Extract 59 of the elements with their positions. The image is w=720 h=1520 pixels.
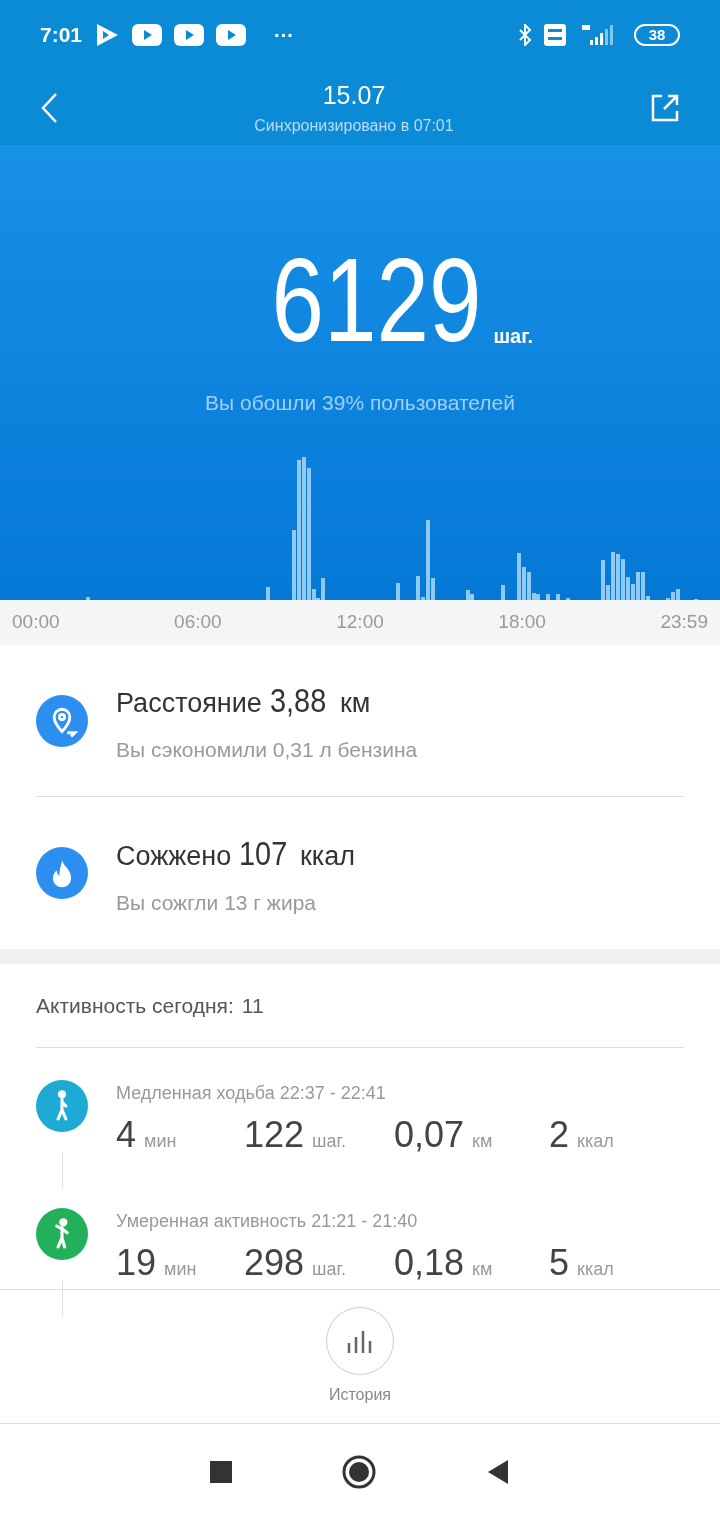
time-axis-label: 00:00	[12, 610, 60, 635]
histogram-bar	[501, 585, 505, 600]
history-label: История	[328, 1384, 391, 1405]
summary-unit: км	[340, 687, 371, 721]
activity-title: Активность сегодня:	[36, 992, 234, 1019]
stat-unit: ккал	[577, 1130, 614, 1153]
stat-value: 122	[244, 1114, 305, 1156]
stat-unit: мин	[144, 1130, 177, 1153]
step-unit: шаг.	[493, 324, 534, 349]
summary-note: Вы сожгли 13 г жира	[116, 889, 317, 916]
stat-unit: км	[472, 1258, 493, 1281]
histogram-bar	[546, 594, 550, 600]
share-icon[interactable]	[650, 92, 680, 123]
sync-status: Синхронизировано в 07:01	[254, 116, 454, 137]
stat-value: 298	[244, 1242, 305, 1284]
location-pin-icon	[36, 694, 88, 747]
histogram-bar	[556, 594, 560, 600]
time-axis-label: 12:00	[336, 610, 384, 635]
histogram-bar	[396, 583, 400, 600]
battery-indicator: 38	[634, 24, 680, 46]
activity-title-time: Медленная ходьба 22:37 - 22:41	[116, 1082, 387, 1105]
home-button[interactable]	[342, 1455, 376, 1489]
activity-count: 11	[241, 992, 264, 1019]
summary-label: Сожжено	[116, 839, 232, 873]
time-axis-label: 06:00	[174, 610, 222, 635]
step-count: 6129	[271, 245, 482, 355]
date-title: 15.07	[322, 79, 386, 111]
stat-unit: шаг.	[312, 1130, 346, 1153]
comparison-text: Вы обошли 39% пользователей	[204, 390, 516, 416]
bar-chart-icon	[346, 1328, 374, 1353]
activity-title-time: Умеренная активность 21:21 - 21:40	[116, 1210, 419, 1233]
video-app-icon	[216, 24, 247, 46]
stat-unit: ккал	[577, 1258, 614, 1281]
more-notifications: ···	[274, 23, 294, 48]
stat-unit: км	[472, 1130, 493, 1153]
stat-value: 4	[116, 1114, 137, 1156]
summary-value: 3,88	[269, 680, 327, 722]
time-axis-label: 23:59	[660, 610, 708, 635]
summary-value: 107	[239, 832, 288, 874]
back-icon[interactable]	[40, 91, 58, 124]
flame-icon	[36, 847, 88, 899]
status-time: 7:01	[40, 22, 83, 49]
time-axis-label: 18:00	[498, 610, 546, 635]
stat-value: 0,07	[394, 1114, 465, 1156]
stat-value: 0,18	[394, 1242, 465, 1284]
stat-value: 5	[549, 1242, 570, 1284]
summary-note: Вы сэкономили 0,31 л бензина	[116, 737, 418, 764]
back-nav-button[interactable]	[486, 1459, 510, 1485]
video-app-icon	[174, 24, 205, 46]
video-app-icon	[132, 24, 163, 46]
summary-unit: ккал	[300, 839, 355, 873]
stat-value: 19	[116, 1242, 157, 1284]
stat-unit: шаг.	[312, 1258, 346, 1281]
histogram-bar	[266, 587, 270, 600]
volte-icon	[544, 24, 566, 46]
stat-unit: мин	[164, 1258, 197, 1281]
bluetooth-icon	[518, 24, 532, 46]
stat-value: 2	[549, 1114, 570, 1156]
summary-label: Расстояние	[116, 687, 262, 721]
